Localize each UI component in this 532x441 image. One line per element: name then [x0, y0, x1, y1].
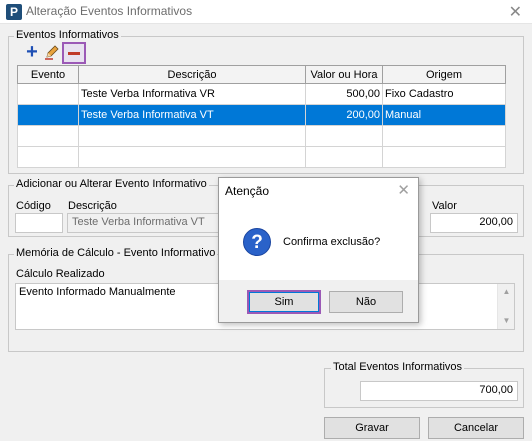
add-event-button[interactable]: +: [24, 42, 40, 62]
question-icon: ?: [243, 228, 271, 256]
table-header-row: Evento Descrição Valor ou Hora Origem: [17, 65, 506, 84]
descricao-label: Descrição: [68, 200, 117, 212]
column-header-valor[interactable]: Valor ou Hora: [305, 65, 383, 84]
window-title: Alteração Eventos Informativos: [26, 4, 193, 18]
table-row-empty[interactable]: [17, 146, 506, 168]
valor-field[interactable]: 200,00: [430, 213, 518, 233]
calculo-label: Cálculo Realizado: [16, 268, 105, 280]
nao-button[interactable]: Não: [329, 291, 403, 313]
cell-origem: Fixo Cadastro: [382, 83, 506, 105]
remove-event-button[interactable]: [62, 42, 86, 64]
scroll-up-icon[interactable]: ▲: [498, 284, 515, 300]
calculo-scrollbar[interactable]: ▲ ▼: [497, 284, 514, 329]
cell-valor: 200,00: [305, 104, 383, 126]
column-header-descricao[interactable]: Descrição: [78, 65, 306, 84]
sim-button[interactable]: Sim: [247, 290, 321, 314]
app-logo-icon: P: [6, 4, 22, 20]
valor-label: Valor: [432, 200, 457, 212]
total-legend: Total Eventos Informativos: [331, 361, 465, 373]
dialog-close-icon[interactable]: ✕: [397, 181, 410, 199]
cell-origem: Manual: [382, 104, 506, 126]
scroll-down-icon[interactable]: ▼: [498, 313, 515, 329]
minus-icon: [68, 52, 80, 55]
column-header-origem[interactable]: Origem: [382, 65, 506, 84]
cell-descricao: Teste Verba Informativa VT: [78, 104, 306, 126]
column-header-evento[interactable]: Evento: [17, 65, 79, 84]
cell-descricao: Teste Verba Informativa VR: [78, 83, 306, 105]
edit-event-button[interactable]: [44, 44, 60, 60]
eventos-legend: Eventos Informativos: [14, 29, 121, 41]
window-close-button[interactable]: ✕: [509, 2, 522, 22]
gravar-label: Gravar: [355, 422, 389, 434]
title-bar: P Alteração Eventos Informativos ✕: [0, 0, 532, 24]
table-row[interactable]: Teste Verba Informativa VR 500,00 Fixo C…: [17, 83, 506, 105]
eventos-table: Evento Descrição Valor ou Hora Origem Te…: [17, 65, 506, 168]
cell-valor: 500,00: [305, 83, 383, 105]
codigo-label: Código: [16, 200, 51, 212]
cell-evento: [17, 104, 79, 126]
dialog-message: Confirma exclusão?: [283, 236, 381, 248]
sim-label: Sim: [249, 292, 319, 312]
cancelar-button[interactable]: Cancelar: [428, 417, 524, 439]
dialog-title-bar: Atenção ✕: [219, 178, 418, 204]
total-field: 700,00: [360, 381, 518, 401]
descricao-field[interactable]: Teste Verba Informativa VT: [67, 213, 220, 233]
gravar-button[interactable]: Gravar: [324, 417, 420, 439]
codigo-field[interactable]: [15, 213, 63, 233]
table-row-empty[interactable]: [17, 125, 506, 147]
cell-evento: [17, 83, 79, 105]
adicionar-legend: Adicionar ou Alterar Evento Informativo: [14, 178, 209, 190]
confirm-dialog: Atenção ✕ ? Confirma exclusão? Sim Não: [218, 177, 419, 323]
calculo-text: Evento Informado Manualmente: [19, 286, 176, 298]
dialog-title: Atenção: [225, 184, 270, 198]
pencil-icon: [45, 45, 59, 60]
dialog-body: ? Confirma exclusão?: [219, 204, 418, 280]
memoria-legend: Memória de Cálculo - Evento Informativo: [14, 247, 218, 259]
table-row-selected[interactable]: Teste Verba Informativa VT 200,00 Manual: [17, 104, 506, 126]
nao-label: Não: [355, 296, 377, 308]
cancelar-label: Cancelar: [453, 422, 499, 434]
